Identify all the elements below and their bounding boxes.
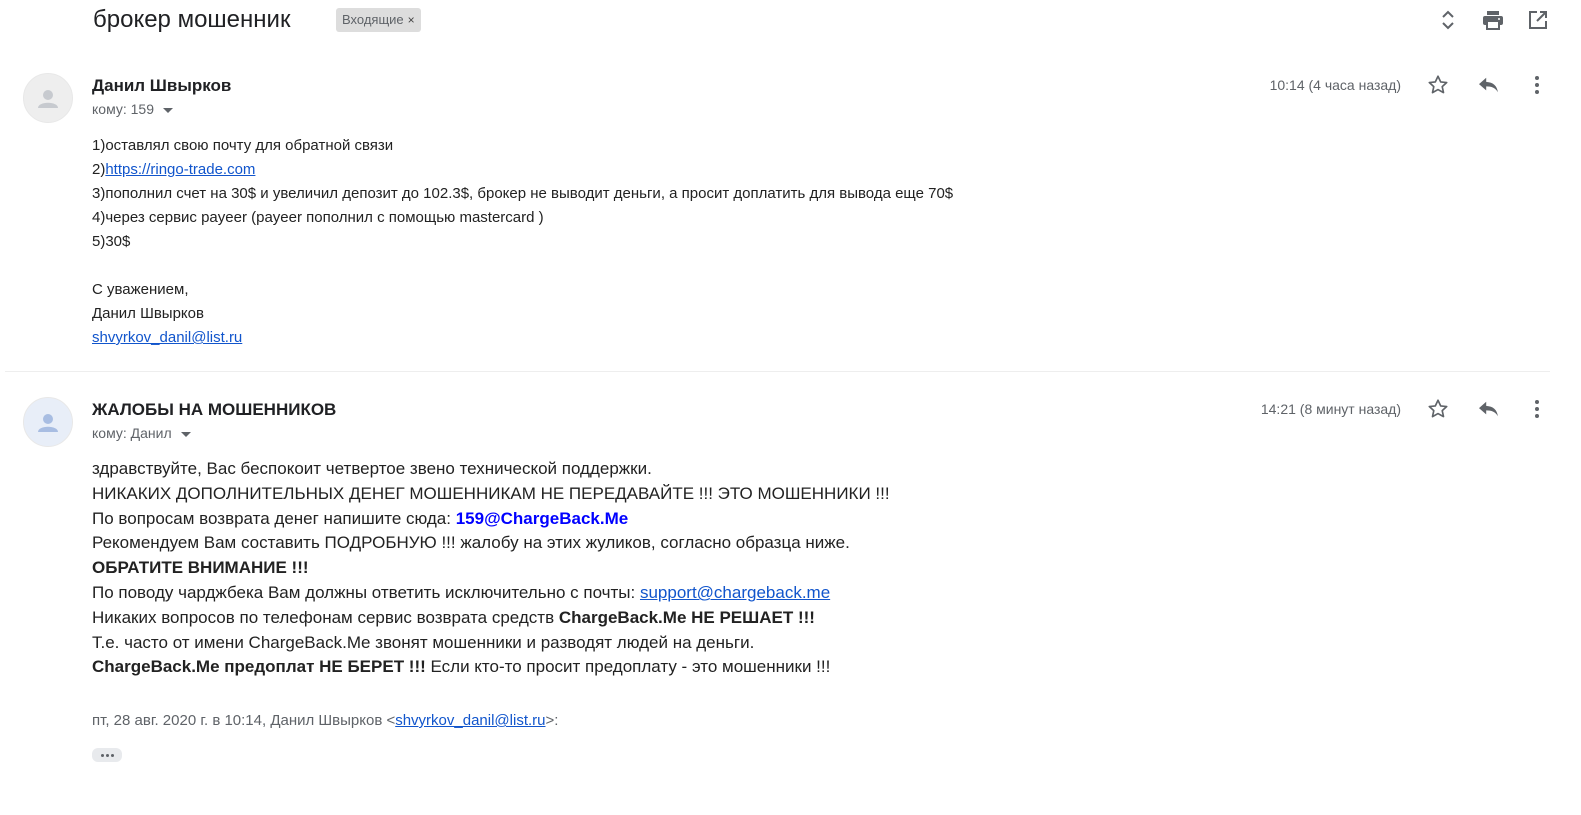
broker-link[interactable]: https://ringo-trade.com [105, 161, 255, 178]
sender-name[interactable]: ЖАЛОБЫ НА МОШЕННИКОВ [92, 400, 336, 420]
body-line: 1)оставлял свою почту для обратной связи [92, 137, 394, 154]
open-in-new-window-icon[interactable] [1526, 8, 1550, 32]
sender-name[interactable]: Данил Швырков [92, 76, 231, 96]
chargeback-email: 159@ChargeBack.Me [455, 508, 629, 528]
quote-suffix: >: [545, 712, 559, 729]
body-line: Т.е. часто от имени ChargeBack.Me звонят… [92, 632, 755, 652]
body-line: 5)30$ [92, 233, 131, 250]
body-line-warning: ОБРАТИТЕ ВНИМАНИЕ !!! [92, 558, 309, 578]
body-line-prefix: 2) [92, 161, 106, 178]
body-line: Рекомендуем Вам составить ПОДРОБНУЮ !!! … [92, 533, 850, 553]
body-line: ChargeBack.Me предоплат НЕ БЕРЕТ !!! Есл… [92, 655, 890, 680]
label-chip-text: Входящие [342, 12, 404, 27]
signature-line: shvyrkov_danil@list.ru [92, 326, 953, 350]
support-email-link[interactable]: support@chargeback.me [640, 583, 830, 602]
body-line: Никаких вопросов по телефонам сервис воз… [92, 606, 890, 631]
message-time: 10:14 (4 часа назад) [1269, 77, 1401, 93]
more-vertical-icon [1535, 76, 1539, 94]
reply-icon [1479, 401, 1498, 417]
star-button[interactable] [1424, 71, 1452, 99]
body-line: здравствуйте, Вас беспокоит четвертое зв… [92, 459, 652, 478]
more-options-button[interactable] [1523, 71, 1551, 99]
body-line: По вопросам возврата денег напишите сюда… [92, 507, 890, 532]
thread-subject: брокер мошенник [93, 6, 291, 33]
star-icon [1428, 399, 1448, 418]
body-line-text: Никаких вопросов по телефонам сервис воз… [92, 607, 559, 627]
body-line: 2)https://ringo-trade.com [92, 158, 953, 182]
label-chip-inbox[interactable]: Входящие × [336, 8, 421, 32]
message-time: 14:21 (8 минут назад) [1260, 401, 1401, 417]
more-options-button[interactable] [1523, 395, 1551, 423]
message-body: здравствуйте, Вас беспокоит четвертое зв… [92, 457, 890, 680]
chevron-down-icon [163, 107, 173, 113]
print-icon[interactable] [1481, 8, 1505, 32]
message-divider [5, 371, 1550, 372]
body-line: По поводу чарджбека Вам должны ответить … [92, 581, 890, 606]
star-icon [1428, 75, 1448, 94]
body-line-text: Если кто-то просит предоплату - это моше… [425, 657, 831, 677]
body-line-text: По поводу чарджбека Вам должны ответить … [92, 582, 640, 602]
show-trimmed-content-button[interactable] [92, 748, 122, 762]
body-line: 3)пополнил счет на 30$ и увеличил депози… [92, 185, 954, 202]
signature-email-link[interactable]: shvyrkov_danil@list.ru [92, 329, 242, 346]
expand-collapse-icon[interactable] [1436, 8, 1460, 32]
quote-email-link[interactable]: shvyrkov_danil@list.ru [395, 712, 545, 729]
ellipsis-dot [110, 753, 114, 757]
signature-line: Данил Швырков [92, 305, 204, 322]
recipient-details-toggle[interactable]: кому: Данил [92, 425, 191, 441]
chevron-down-icon [180, 431, 191, 437]
quoted-message-header: пт, 28 авг. 2020 г. в 10:14, Данил Швырк… [92, 712, 558, 729]
recipient-name: 159 [130, 101, 154, 117]
reply-button[interactable] [1474, 71, 1502, 99]
message-body: 1)оставлял свою почту для обратной связи… [92, 134, 953, 350]
recipient-prefix: кому: [92, 425, 127, 441]
sender-avatar [23, 73, 73, 123]
body-line-bold: ChargeBack.Me предоплат НЕ БЕРЕТ !!! [92, 657, 426, 677]
recipient-details-toggle[interactable]: кому: 159 [92, 101, 173, 117]
body-line-text: По вопросам возврата денег напишите сюда… [92, 508, 456, 528]
label-remove-button[interactable]: × [408, 13, 415, 27]
ellipsis-dot [100, 753, 104, 757]
person-icon [38, 414, 58, 432]
star-button[interactable] [1424, 395, 1452, 423]
more-vertical-icon [1535, 400, 1539, 418]
signature-line: С уважением, [92, 281, 189, 298]
sender-avatar [23, 397, 73, 447]
body-line: 4)через сервис payeer (payeer пополнил с… [92, 209, 544, 226]
person-icon [38, 90, 58, 108]
reply-button[interactable] [1474, 395, 1502, 423]
recipient-prefix: кому: [92, 101, 127, 117]
body-line: НИКАКИХ ДОПОЛНИТЕЛЬНЫХ ДЕНЕГ МОШЕННИКАМ … [92, 483, 890, 503]
recipient-name: Данил [130, 425, 172, 441]
ellipsis-dot [105, 753, 109, 757]
body-line-bold: ChargeBack.Me НЕ РЕШАЕТ !!! [558, 607, 815, 627]
quote-prefix: пт, 28 авг. 2020 г. в 10:14, Данил Швырк… [92, 712, 396, 729]
reply-icon [1479, 77, 1498, 93]
